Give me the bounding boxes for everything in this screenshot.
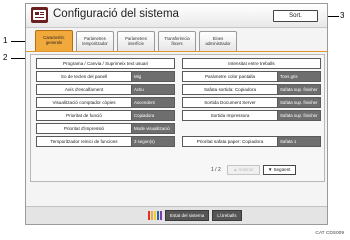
system-status-button[interactable]: Estat del sistema <box>165 210 210 221</box>
figure-caption: CAT CDS009 <box>315 231 344 236</box>
settings-row: Paràmetre color pantalla Tons gris <box>182 71 321 82</box>
page-title: Configuració del sistema <box>53 8 179 20</box>
tab-interface-settings[interactable]: Paràmetres interfície <box>117 31 155 51</box>
settings-row: Sortida Impressora Safata sup. finisher <box>182 110 321 121</box>
settings-row: Sortida Document Server Safata sup. fini… <box>182 97 321 108</box>
exit-button[interactable]: Sort. <box>273 10 318 22</box>
settings-row-header-right: Intensitat entre treballs <box>182 58 321 69</box>
function-priority-value: Copiadora <box>132 110 175 121</box>
callout-2: 2 <box>3 53 8 62</box>
next-arrow-icon: ▼ <box>267 167 273 172</box>
interval-between-jobs-button[interactable]: Intensitat entre treballs <box>182 58 321 69</box>
footer-status-group: Estat del sistema Ll.treballs <box>148 210 245 221</box>
screen-color-setting-button[interactable]: Paràmetre color pantalla <box>182 71 278 82</box>
previous-label: Anterior <box>238 167 254 172</box>
tab-underline <box>26 51 327 52</box>
settings-row: Visualització comptador còpies Ascendent <box>36 97 175 108</box>
pagination: 1 / 2 ▲ Anterior ▼ Següent <box>211 164 296 175</box>
settings-row: Prioritat safata paper: Copiadora Safata… <box>182 136 321 147</box>
callout-1: 1 <box>3 36 8 45</box>
warm-up-notice-button[interactable]: Avís d'escalfament <box>36 84 132 95</box>
settings-row: Temporitzador reinici de funcions 3 sego… <box>36 136 175 147</box>
settings-row: So de tecles del panell Mig <box>36 71 175 82</box>
status-footer: Estat del sistema Ll.treballs <box>26 206 327 224</box>
tab-administrator-tools[interactable]: Eines administrador <box>199 31 237 51</box>
settings-tabs: Característ. generals Paràmetres tempori… <box>35 30 237 52</box>
title-bar: Configuració del sistema Sort. <box>26 4 327 28</box>
tab-label-line2: interfície <box>128 41 144 46</box>
tab-label-line2: administrador <box>205 41 231 46</box>
tab-label-line2: generals <box>45 40 63 45</box>
settings-row-header: Programa / Canvia / Suprimeix text usuar… <box>36 58 175 69</box>
screen-color-setting-value: Tons gris <box>278 71 321 82</box>
function-priority-button[interactable]: Prioritat de funció <box>36 110 132 121</box>
paper-tray-priority-value: Safata 1 <box>278 136 321 147</box>
tab-general-features[interactable]: Característ. generals <box>35 30 73 51</box>
warm-up-notice-value: Actiu <box>132 84 175 95</box>
paper-tray-priority-button[interactable]: Prioritat safata paper: Copiadora <box>182 136 278 147</box>
print-priority-button[interactable]: Prioritat d'impressió <box>36 123 132 134</box>
settings-icon <box>31 7 48 23</box>
settings-row: Safata sortida: Copiadora Safata sup. fi… <box>182 84 321 95</box>
settings-row: Avís d'escalfament Actiu <box>36 84 175 95</box>
panel-key-sound-button[interactable]: So de tecles del panell <box>36 71 132 82</box>
prev-arrow-icon: ▲ <box>233 167 238 172</box>
settings-panel: Programa / Canvia / Suprimeix text usuar… <box>30 54 325 182</box>
page-indicator: 1 / 2 <box>211 166 221 173</box>
output-copier-value: Safata sup. finisher <box>278 84 321 95</box>
callout-3: 3 <box>340 11 345 20</box>
status-bars-icon <box>148 211 162 220</box>
settings-row: Prioritat d'impressió Mode visualització <box>36 123 175 134</box>
copy-count-display-button[interactable]: Visualització comptador còpies <box>36 97 132 108</box>
previous-page-button[interactable]: ▲ Anterior <box>226 164 260 175</box>
copy-count-display-value: Ascendent <box>132 97 175 108</box>
panel-key-sound-value: Mig <box>132 71 175 82</box>
settings-row: Prioritat de funció Copiadora <box>36 110 175 121</box>
program-user-text-button[interactable]: Programa / Canvia / Suprimeix text usuar… <box>36 58 175 69</box>
tab-label-line2: temporitzador <box>82 41 108 46</box>
function-reset-timer-value: 3 segon(s) <box>132 136 175 147</box>
print-priority-value: Mode visualització <box>132 123 175 134</box>
next-label: Següent <box>273 167 291 172</box>
output-document-server-button[interactable]: Sortida Document Server <box>182 97 278 108</box>
tab-file-transfer[interactable]: Transferència fitxers <box>158 31 196 51</box>
next-page-button[interactable]: ▼ Següent <box>262 164 296 175</box>
function-reset-timer-button[interactable]: Temporitzador reinici de funcions <box>36 136 132 147</box>
tab-timer-settings[interactable]: Paràmetres temporitzador <box>76 31 114 51</box>
output-printer-button[interactable]: Sortida Impressora <box>182 110 278 121</box>
job-list-button[interactable]: Ll.treballs <box>212 210 242 221</box>
output-copier-button[interactable]: Safata sortida: Copiadora <box>182 84 278 95</box>
output-printer-value: Safata sup. finisher <box>278 110 321 121</box>
output-document-server-value: Safata sup. finisher <box>278 97 321 108</box>
system-settings-screen: Configuració del sistema Sort. Caracterí… <box>25 3 328 225</box>
tab-label-line2: fitxers <box>171 41 183 46</box>
